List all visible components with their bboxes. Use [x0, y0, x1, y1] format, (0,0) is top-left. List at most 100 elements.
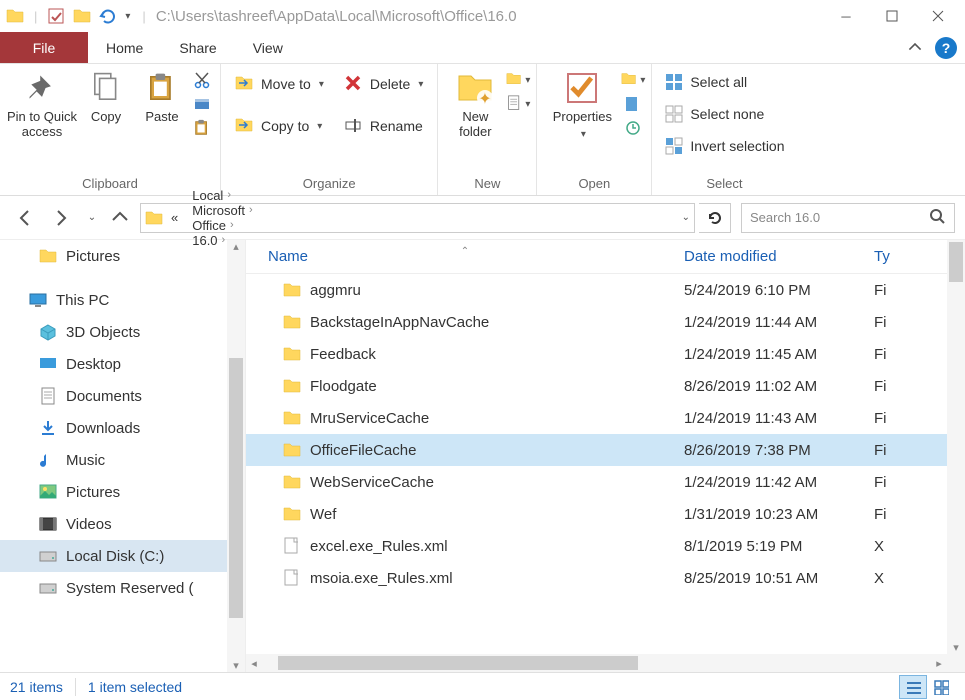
list-item[interactable]: WebServiceCache1/24/2019 11:42 AMFi	[246, 466, 965, 498]
breadcrumb-local[interactable]: Local ›	[186, 188, 258, 203]
tab-share[interactable]: Share	[161, 32, 234, 63]
breadcrumb-label: Microsoft	[192, 203, 245, 218]
history-button[interactable]	[621, 116, 645, 140]
navpane-item-desktop[interactable]: Desktop	[0, 348, 245, 380]
navpane-item-downloads[interactable]: Downloads	[0, 412, 245, 444]
ribbon: Pin to Quick access Copy Paste Clipboard	[0, 64, 965, 196]
navpane-item-label: Downloads	[66, 420, 140, 437]
invert-selection-label: Invert selection	[690, 138, 784, 154]
folder-icon	[282, 472, 302, 492]
navigation-bar: ⌄ « Local ›Microsoft ›Office ›16.0 › ⌄ S…	[0, 196, 965, 240]
tab-view[interactable]: View	[235, 32, 301, 63]
copy-button[interactable]: Copy	[78, 66, 134, 129]
navpane-item-3d-objects[interactable]: 3D Objects	[0, 316, 245, 348]
select-group-label: Select	[658, 176, 790, 193]
folder-icon	[282, 344, 302, 364]
breadcrumb-overflow[interactable]: «	[165, 210, 184, 225]
tab-file[interactable]: File	[0, 32, 88, 63]
navpane-item-label: System Reserved (	[66, 580, 194, 597]
help-button[interactable]: ?	[935, 37, 957, 59]
address-dropdown[interactable]: ⌄	[682, 212, 690, 223]
list-item[interactable]: msoia.exe_Rules.xml8/25/2019 10:51 AMX	[246, 562, 965, 594]
maximize-button[interactable]	[869, 2, 915, 30]
navpane-item-system-reserved-[interactable]: System Reserved (	[0, 572, 245, 604]
qat-newfolder-icon[interactable]	[71, 5, 93, 27]
new-group-label: New	[444, 176, 530, 193]
list-horizontal-scrollbar[interactable]: ◂▸	[246, 654, 947, 672]
move-to-icon	[235, 74, 255, 94]
folder-icon	[282, 504, 302, 524]
column-name-label: Name	[268, 248, 308, 265]
column-headers: ⌃Name Date modified Ty	[246, 240, 965, 274]
up-button[interactable]	[104, 202, 136, 234]
copy-path-button[interactable]	[190, 92, 214, 116]
column-name[interactable]: ⌃Name	[246, 248, 684, 265]
select-none-icon	[664, 104, 684, 124]
pin-to-quick-access-button[interactable]: Pin to Quick access	[6, 66, 78, 144]
list-item[interactable]: BackstageInAppNavCache1/24/2019 11:44 AM…	[246, 306, 965, 338]
easy-access-button[interactable]: ▾	[506, 92, 530, 116]
navigation-pane[interactable]: Pictures This PC 3D ObjectsDesktopDocume…	[0, 240, 246, 672]
list-item[interactable]: OfficeFileCache8/26/2019 7:38 PMFi	[246, 434, 965, 466]
column-date[interactable]: Date modified	[684, 248, 874, 265]
copy-to-button[interactable]: Copy to▾	[229, 112, 330, 140]
qat-properties-icon[interactable]	[45, 5, 67, 27]
collapse-ribbon-icon[interactable]	[899, 32, 931, 63]
list-item[interactable]: Feedback1/24/2019 11:45 AMFi	[246, 338, 965, 370]
select-none-button[interactable]: Select none	[658, 100, 790, 128]
new-folder-button[interactable]: ✦ New folder	[444, 66, 506, 144]
back-button[interactable]	[10, 202, 42, 234]
open-button[interactable]: ▾	[621, 68, 645, 92]
list-item[interactable]: excel.exe_Rules.xml8/1/2019 5:19 PMX	[246, 530, 965, 562]
select-all-button[interactable]: Select all	[658, 68, 790, 96]
file-name: excel.exe_Rules.xml	[310, 538, 448, 555]
breadcrumb-microsoft[interactable]: Microsoft ›	[186, 203, 258, 218]
move-to-button[interactable]: Move to▾	[229, 70, 330, 98]
tab-home[interactable]: Home	[88, 32, 161, 63]
delete-button[interactable]: Delete▾	[338, 70, 430, 98]
list-item[interactable]: Floodgate8/26/2019 11:02 AMFi	[246, 370, 965, 402]
qat-customize-dropdown[interactable]: ▾	[125, 11, 130, 22]
paste-button[interactable]: Paste	[134, 66, 190, 129]
breadcrumb-office[interactable]: Office ›	[186, 218, 258, 233]
refresh-button[interactable]	[699, 203, 731, 233]
video	[38, 514, 58, 534]
thumbnails-view-button[interactable]	[927, 675, 955, 699]
invert-selection-button[interactable]: Invert selection	[658, 132, 790, 160]
navpane-item-pictures[interactable]: Pictures	[0, 476, 245, 508]
close-button[interactable]	[915, 2, 961, 30]
file-date: 8/25/2019 10:51 AM	[684, 570, 874, 587]
address-bar[interactable]: « Local ›Microsoft ›Office ›16.0 › ⌄	[140, 203, 695, 233]
navpane-pictures-top[interactable]: Pictures	[0, 240, 245, 272]
navpane-item-videos[interactable]: Videos	[0, 508, 245, 540]
navpane-scrollbar[interactable]: ▴ ▾	[227, 240, 245, 672]
rename-button[interactable]: Rename	[338, 112, 430, 140]
folder-icon	[282, 312, 302, 332]
file-name: MruServiceCache	[310, 410, 429, 427]
edit-button[interactable]	[621, 92, 645, 116]
navpane-item-music[interactable]: Music	[0, 444, 245, 476]
list-item[interactable]: aggmru5/24/2019 6:10 PMFi	[246, 274, 965, 306]
recent-locations-dropdown[interactable]: ⌄	[82, 202, 100, 234]
navpane-item-local-disk-c-[interactable]: Local Disk (C:)	[0, 540, 245, 572]
file-list: ⌃Name Date modified Ty aggmru5/24/2019 6…	[246, 240, 965, 672]
list-item[interactable]: MruServiceCache1/24/2019 11:43 AMFi	[246, 402, 965, 434]
search-box[interactable]: Search 16.0	[741, 203, 955, 233]
list-item[interactable]: Wef1/31/2019 10:23 AMFi	[246, 498, 965, 530]
navpane-item-documents[interactable]: Documents	[0, 380, 245, 412]
details-view-button[interactable]	[899, 675, 927, 699]
new-item-button[interactable]: ▾	[506, 68, 530, 92]
minimize-button[interactable]: ─	[823, 2, 869, 30]
ribbon-group-select: Select all Select none Invert selection …	[652, 64, 796, 195]
search-placeholder: Search 16.0	[750, 210, 928, 225]
navpane-this-pc[interactable]: This PC	[0, 284, 245, 316]
qat-undo-icon[interactable]	[97, 5, 119, 27]
properties-button[interactable]: Properties▾	[543, 66, 621, 144]
file-name: WebServiceCache	[310, 474, 434, 491]
list-vertical-scrollbar[interactable]: ▾	[947, 240, 965, 654]
forward-button[interactable]	[46, 202, 78, 234]
paste-shortcut-button[interactable]	[190, 116, 214, 140]
music-note	[38, 450, 58, 470]
cut-button[interactable]	[190, 68, 214, 92]
file-name: BackstageInAppNavCache	[310, 314, 489, 331]
